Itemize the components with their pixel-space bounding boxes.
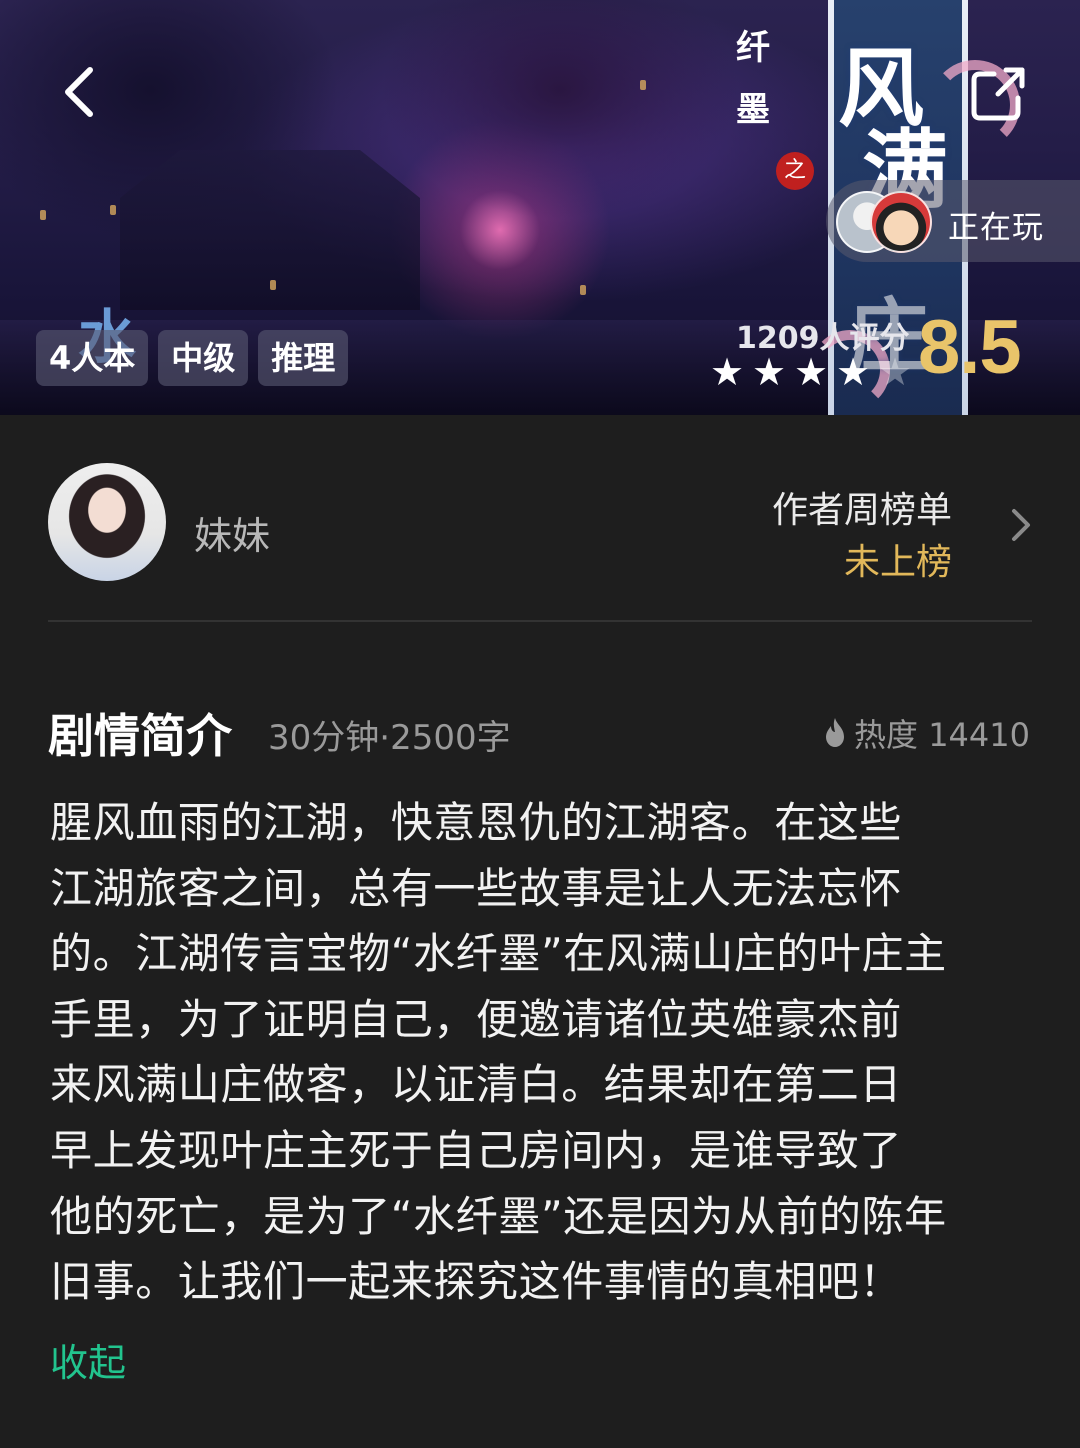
author-avatar[interactable] [48, 463, 166, 581]
flame-icon [826, 718, 845, 747]
author-name[interactable]: 妹妹 [194, 505, 270, 560]
star-icon: ★ [751, 350, 787, 394]
rating-stars: ★ ★ ★ ★ ★ [706, 352, 916, 392]
back-button[interactable] [60, 64, 100, 120]
share-icon [971, 67, 1025, 121]
tag-difficulty: 中级 [158, 330, 249, 386]
now-playing-pill[interactable]: 正在玩 [826, 180, 1080, 262]
star-icon: ★ [709, 350, 745, 394]
heat-indicator: 热度 14410 [822, 710, 1030, 756]
star-icon: ★ [793, 350, 829, 394]
background-tree [380, 0, 740, 220]
background-lantern [270, 280, 276, 290]
synopsis-body: 腥风血雨的江湖，快意恩仇的江湖客。在这些 江湖旅客之间，总有一些故事是让人无法忘… [50, 798, 947, 1307]
poster-subtitle-char: 纤 [736, 28, 770, 68]
star-icon: ★ [877, 350, 913, 394]
heat-value: 热度 14410 [854, 716, 1030, 754]
background-lantern [40, 210, 46, 220]
star-icon: ★ [835, 350, 871, 394]
poster-subtitle-char: 墨 [736, 90, 770, 130]
synopsis-title: 剧情简介 [48, 709, 232, 763]
tag-genre: 推理 [258, 330, 349, 386]
author-row[interactable]: 妹妹 作者周榜单 未上榜 [0, 415, 1080, 621]
now-playing-label: 正在玩 [948, 210, 1044, 246]
synopsis-meta: 30分钟·2500字 [268, 718, 511, 758]
chevron-right-icon [1012, 509, 1030, 541]
player-avatar [870, 191, 932, 253]
collapse-button[interactable]: 收起 [50, 1332, 126, 1387]
tag-list: 4人本 中级 推理 [36, 330, 349, 386]
script-detail-page: 风 满 庄 纤 墨 之 水 正在玩 1209人评分 ★★★★ [0, 0, 1080, 1448]
tag-player-count: 4人本 [36, 330, 149, 386]
share-button[interactable] [966, 62, 1030, 126]
background-lantern [580, 285, 586, 295]
hero-banner: 风 满 庄 纤 墨 之 水 正在玩 1209人评分 ★★★★ [0, 0, 1080, 415]
background-lantern [640, 80, 646, 90]
back-arrow-icon [65, 67, 93, 117]
background-lantern [110, 205, 116, 215]
divider [48, 620, 1032, 622]
weekly-rank-title[interactable]: 作者周榜单 [772, 481, 952, 533]
weekly-rank-status[interactable]: 未上榜 [844, 533, 952, 585]
rating-score: 8.5 [918, 305, 1022, 390]
weekly-rank-button[interactable] [1008, 505, 1034, 545]
poster-seal: 之 [776, 152, 814, 190]
